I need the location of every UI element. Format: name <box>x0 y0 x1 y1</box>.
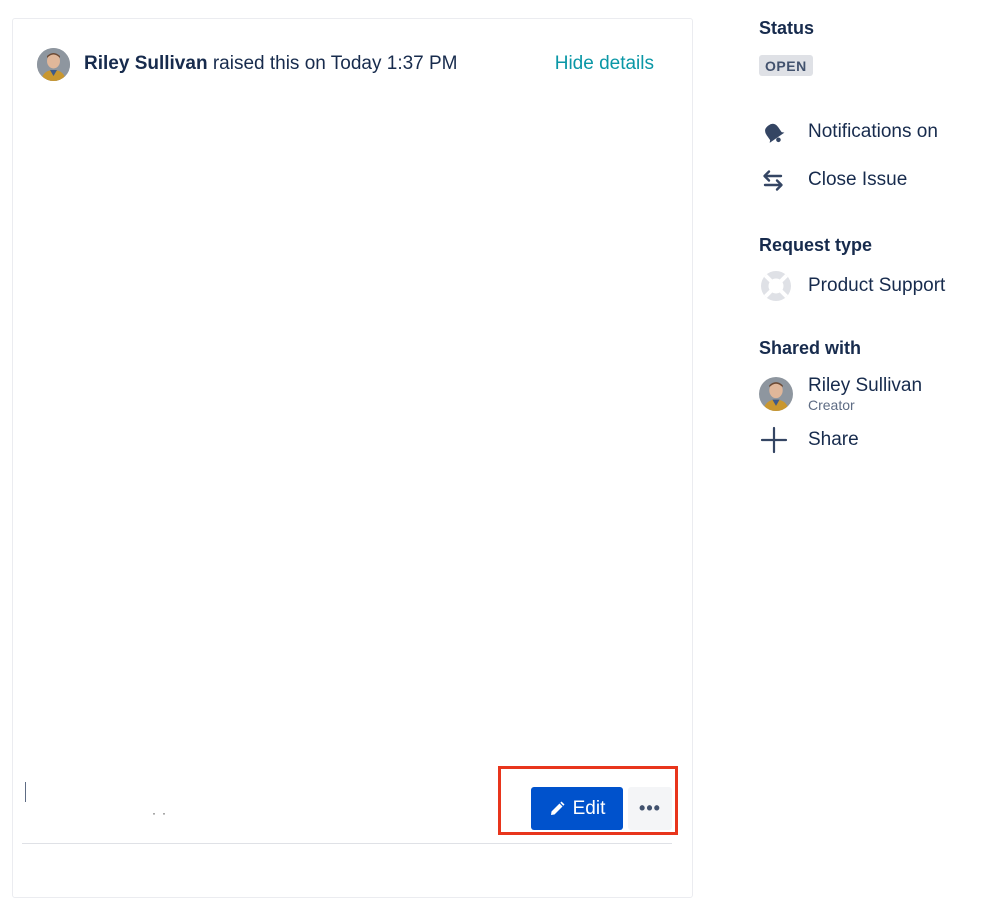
shared-user-info: Riley Sullivan Creator <box>808 375 922 413</box>
faint-dots: ·· <box>152 806 172 820</box>
request-type-title: Request type <box>759 235 873 255</box>
status-title: Status <box>759 18 815 38</box>
notifications-label: Notifications on <box>808 121 938 142</box>
shared-user-name[interactable]: Riley Sullivan <box>808 375 922 397</box>
pencil-icon <box>550 801 565 815</box>
notifications-toggle[interactable]: Notifications on <box>759 116 938 148</box>
raised-info-row: Riley Sullivan raised this on Today 1:37… <box>37 47 654 81</box>
shared-user-role: Creator <box>808 397 855 413</box>
edit-button[interactable]: Edit <box>531 787 623 830</box>
divider <box>22 843 672 844</box>
avatar-photo-icon <box>759 377 793 411</box>
avatar-photo-icon <box>37 47 70 81</box>
text-cursor <box>25 782 26 802</box>
edit-button-label: Edit <box>572 797 606 819</box>
close-issue-action[interactable]: Close Issue <box>759 164 907 196</box>
share-action[interactable]: Share <box>759 424 859 456</box>
request-type-value: Product Support <box>808 275 946 296</box>
raised-by-text: Riley Sullivan raised this on Today 1:37… <box>84 53 458 75</box>
ellipsis-icon: ••• <box>639 798 661 818</box>
request-type-row: Product Support <box>759 270 945 302</box>
author-avatar <box>37 47 70 81</box>
shared-user-avatar <box>759 377 795 411</box>
lifebuoy-icon <box>759 270 795 302</box>
shared-with-title: Shared with <box>759 338 862 358</box>
more-actions-button[interactable]: ••• <box>628 787 672 830</box>
transition-arrows-icon <box>759 164 795 196</box>
status-badge: OPEN <box>759 55 813 76</box>
hide-details-link[interactable]: Hide details <box>555 53 654 75</box>
bell-icon <box>759 116 795 148</box>
close-issue-label: Close Issue <box>808 169 908 190</box>
plus-icon <box>759 424 795 456</box>
author-name[interactable]: Riley Sullivan <box>84 53 208 74</box>
raised-on-text: raised this on Today 1:37 PM <box>207 53 458 74</box>
shared-user-row: Riley Sullivan Creator <box>759 370 922 418</box>
share-label: Share <box>808 429 859 450</box>
